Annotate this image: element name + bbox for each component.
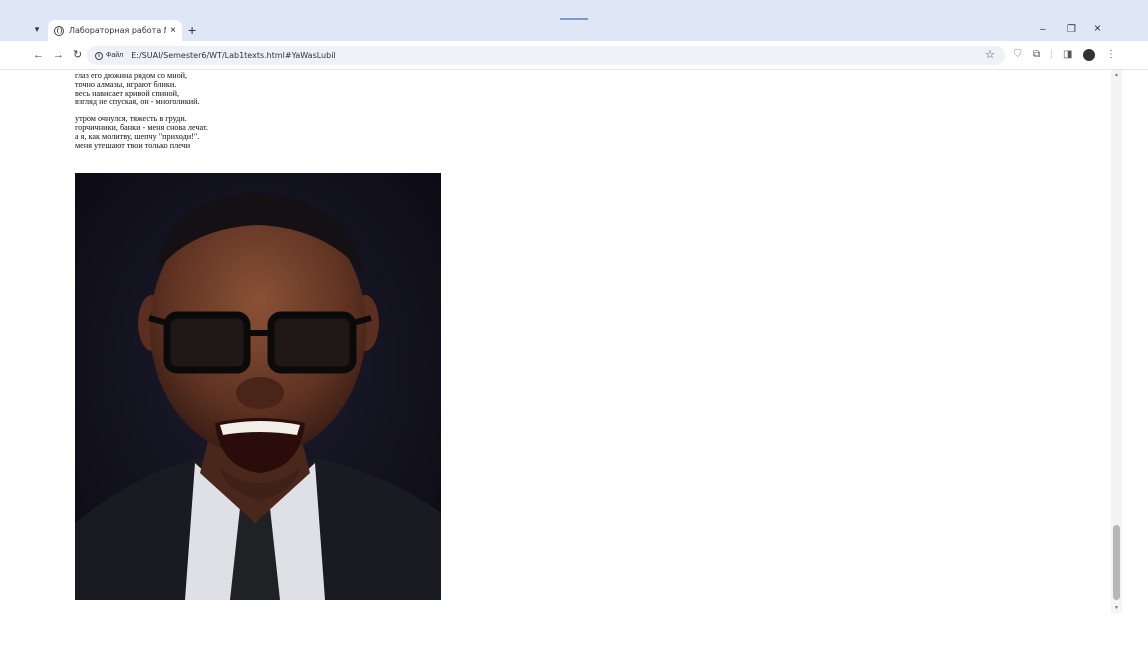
site-info-icon[interactable]: i [95,51,103,60]
back-arrow-icon[interactable]: ← [33,49,44,61]
tab-strip: ▾ Лабораторная работа №1: Те × + – ❐ × [0,0,1148,41]
page-scrollbar[interactable]: ▲ ▼ [1111,70,1122,613]
tab-title: Лабораторная работа №1: Те [69,26,166,35]
side-panel-icon[interactable]: ◨ [1063,50,1072,60]
tab-strip-indicator [560,18,588,20]
poem-line: взгляд не спуская, он - многоликий. [75,97,200,107]
extensions-icon[interactable]: ⧉ [1033,50,1040,60]
restore-icon[interactable]: ❐ [1067,25,1076,35]
minimize-icon[interactable]: – [1040,25,1046,35]
close-icon[interactable]: × [1094,22,1101,34]
profile-avatar-icon[interactable] [1083,49,1095,61]
forward-arrow-icon[interactable]: → [53,49,64,61]
reload-icon[interactable]: ↻ [73,49,82,61]
scroll-thumb[interactable] [1113,525,1120,600]
poem-line: меня утешают твои только плечи [75,140,191,150]
url-text[interactable]: E:/SUAI/Semester6/WT/Lab1texts.html#YaWa… [131,51,335,60]
shield-icon[interactable]: ⛉ [1014,50,1022,60]
address-bar[interactable]: i Файл E:/SUAI/Semester6/WT/Lab1texts.ht… [87,46,1005,65]
portrait-illustration [75,173,441,600]
tab-close-icon[interactable]: × [170,25,176,36]
scroll-up-icon[interactable]: ▲ [1114,72,1119,78]
star-icon[interactable]: ☆ [985,48,995,61]
portrait-image [75,173,441,600]
tab-search-icon[interactable]: ▾ [30,22,44,36]
active-tab[interactable]: Лабораторная работа №1: Те × [48,20,182,41]
toolbar-divider: | [1050,49,1053,60]
new-tab-button[interactable]: + [188,23,196,37]
url-scheme-chip: Файл [106,52,124,59]
stanza-1: глаз его дюжина рядом со мной, точно алм… [75,71,208,107]
scroll-down-icon[interactable]: ▼ [1114,605,1119,611]
globe-icon [54,25,64,36]
more-menu-icon[interactable]: ⋮ [1106,50,1116,60]
stanza-2: утром очнулся, тяжесть в груди. горчични… [75,114,208,150]
poem-text: глаз его дюжина рядом со мной, точно алм… [75,71,208,158]
browser-toolbar: ← → ↻ i Файл E:/SUAI/Semester6/WT/Lab1te… [0,41,1148,70]
